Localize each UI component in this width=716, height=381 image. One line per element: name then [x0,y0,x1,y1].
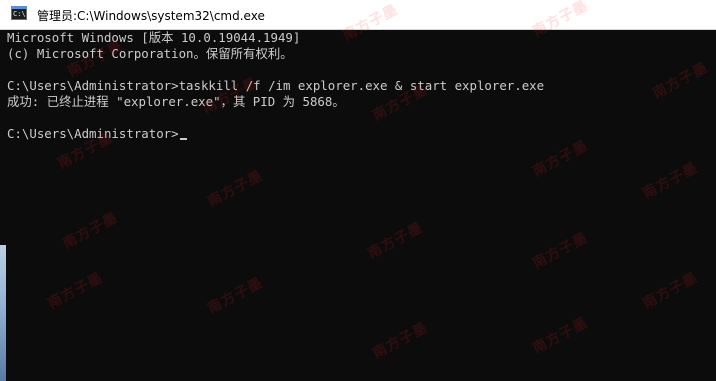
console-line-copyright: (c) Microsoft Corporation。保留所有权利。 [7,46,293,61]
console-line-prompt[interactable]: C:\Users\Administrator> [7,126,187,142]
cmd-window: C:\ 管理员: C:\Windows\system32\cmd.exe Mic… [0,0,716,381]
window-title: 管理员: C:\Windows\system32\cmd.exe [37,7,265,24]
console-line-version: Microsoft Windows [版本 10.0.19044.1949] [7,30,301,45]
console-line-result: 成功: 已终止进程 "explorer.exe"，其 PID 为 5868。 [7,94,345,109]
title-bar[interactable]: C:\ 管理员: C:\Windows\system32\cmd.exe [0,0,716,30]
title-prefix: 管理员: [37,9,78,23]
prompt-text: C:\Users\Administrator> [7,126,179,141]
console-line-command: C:\Users\Administrator>taskkill /f /im e… [7,78,545,93]
cmd-icon[interactable]: C:\ [11,6,27,20]
console-output[interactable]: Microsoft Windows [版本 10.0.19044.1949] (… [0,30,716,381]
title-path: C:\Windows\system32\cmd.exe [77,9,265,23]
desktop-edge [0,245,6,381]
text-cursor [179,138,187,140]
